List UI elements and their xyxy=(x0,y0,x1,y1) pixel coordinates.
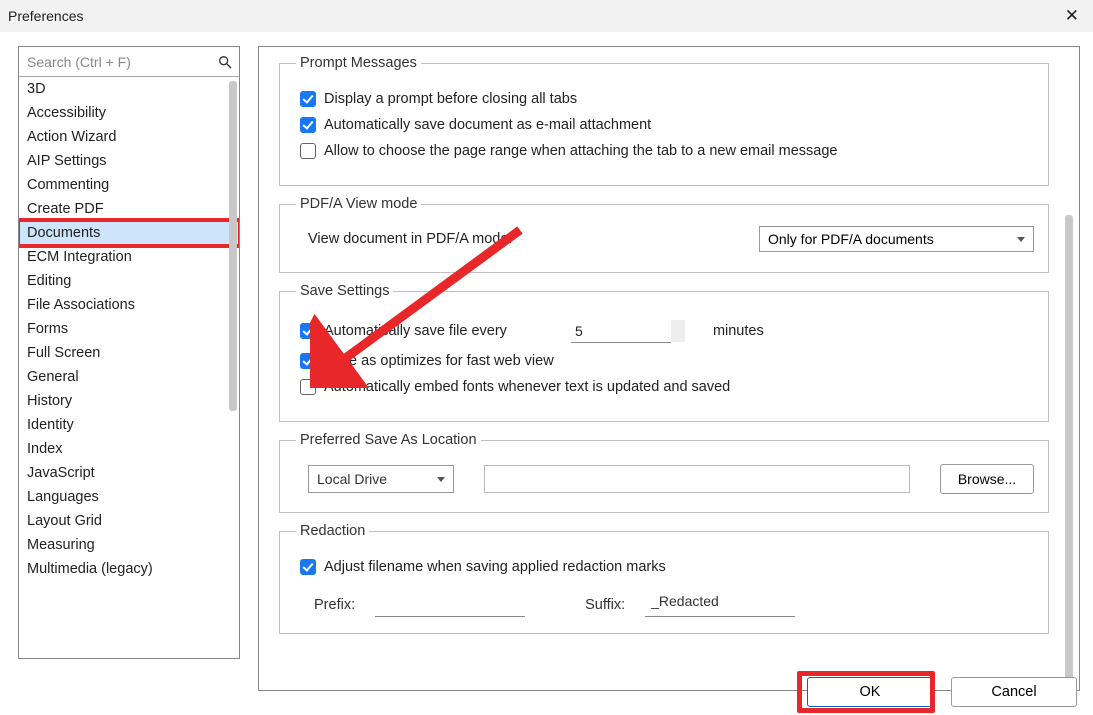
location-select[interactable]: Local Drive xyxy=(308,465,454,493)
sidebar-item-accessibility[interactable]: Accessibility xyxy=(19,101,239,125)
checkbox-adjust-filename[interactable] xyxy=(300,559,316,575)
location-path-input[interactable] xyxy=(484,465,910,493)
group-legend: Save Settings xyxy=(296,283,393,299)
sidebar-item-index[interactable]: Index xyxy=(19,437,239,461)
checkbox-label: Save as optimizes for fast web view xyxy=(324,353,554,369)
sidebar-item-create-pdf[interactable]: Create PDF xyxy=(19,197,239,221)
category-list: 3DAccessibilityAction WizardAIP Settings… xyxy=(19,77,239,658)
prefix-label: Prefix: xyxy=(314,597,355,613)
unit-label: minutes xyxy=(713,323,764,339)
footer-buttons: OK Cancel xyxy=(807,677,1077,707)
group-prompt-messages: Prompt Messages Display a prompt before … xyxy=(279,55,1049,186)
checkbox-embed-fonts[interactable] xyxy=(300,379,316,395)
group-redaction: Redaction Adjust filename when saving ap… xyxy=(279,523,1049,634)
group-legend: Redaction xyxy=(296,523,369,539)
checkbox-label: Allow to choose the page range when atta… xyxy=(324,143,837,159)
group-legend: PDF/A View mode xyxy=(296,196,421,212)
suffix-label: Suffix: xyxy=(585,597,625,613)
window-title: Preferences xyxy=(8,8,83,24)
cancel-button[interactable]: Cancel xyxy=(951,677,1077,707)
scrollbar-thumb[interactable] xyxy=(229,81,237,411)
sidebar-item-layout-grid[interactable]: Layout Grid xyxy=(19,509,239,533)
checkbox-label: Automatically save file every xyxy=(324,323,507,339)
checkbox-label: Automatically embed fonts whenever text … xyxy=(324,379,730,395)
suffix-input[interactable]: _Redacted xyxy=(645,593,795,617)
sidebar-item-identity[interactable]: Identity xyxy=(19,413,239,437)
sidebar-item-multimedia-legacy-[interactable]: Multimedia (legacy) xyxy=(19,557,239,581)
sidebar: 3DAccessibilityAction WizardAIP Settings… xyxy=(18,46,240,659)
group-save-settings: Save Settings Automatically save file ev… xyxy=(279,283,1049,422)
checkbox-autosave[interactable] xyxy=(300,323,316,339)
browse-button[interactable]: Browse... xyxy=(940,464,1034,494)
sidebar-item-commenting[interactable]: Commenting xyxy=(19,173,239,197)
pdfa-mode-select[interactable]: Only for PDF/A documents xyxy=(759,226,1034,252)
search-row xyxy=(19,47,239,77)
group-pdfa-view: PDF/A View mode View document in PDF/A m… xyxy=(279,196,1049,273)
sidebar-item-measuring[interactable]: Measuring xyxy=(19,533,239,557)
sidebar-item-documents[interactable]: Documents xyxy=(19,221,239,245)
search-input[interactable] xyxy=(25,53,217,71)
ok-button[interactable]: OK xyxy=(807,677,933,707)
sidebar-item-aip-settings[interactable]: AIP Settings xyxy=(19,149,239,173)
sidebar-item-history[interactable]: History xyxy=(19,389,239,413)
sidebar-item-file-associations[interactable]: File Associations xyxy=(19,293,239,317)
group-legend: Preferred Save As Location xyxy=(296,432,481,448)
close-icon[interactable]: ✕ xyxy=(1065,6,1079,26)
sidebar-item-languages[interactable]: Languages xyxy=(19,485,239,509)
checkbox-label: Adjust filename when saving applied reda… xyxy=(324,559,666,575)
sidebar-item-editing[interactable]: Editing xyxy=(19,269,239,293)
search-icon xyxy=(217,54,233,70)
autosave-minutes-input[interactable]: 5 xyxy=(571,319,671,343)
pdfa-label: View document in PDF/A mode: xyxy=(308,231,512,247)
checkbox-label: Automatically save document as e-mail at… xyxy=(324,117,651,133)
content-panel: Prompt Messages Display a prompt before … xyxy=(258,46,1080,691)
sidebar-item-forms[interactable]: Forms xyxy=(19,317,239,341)
checkbox-label: Display a prompt before closing all tabs xyxy=(324,91,577,107)
titlebar: Preferences ✕ xyxy=(0,0,1093,32)
group-legend: Prompt Messages xyxy=(296,55,421,71)
prefix-input[interactable] xyxy=(375,593,525,617)
sidebar-item-general[interactable]: General xyxy=(19,365,239,389)
scrollbar-thumb[interactable] xyxy=(1065,215,1073,691)
checkbox-autosave-email[interactable] xyxy=(300,117,316,133)
sidebar-item-3d[interactable]: 3D xyxy=(19,77,239,101)
spinner-buttons[interactable] xyxy=(671,320,685,342)
sidebar-item-action-wizard[interactable]: Action Wizard xyxy=(19,125,239,149)
group-save-location: Preferred Save As Location Local Drive B… xyxy=(279,432,1049,513)
sidebar-item-full-screen[interactable]: Full Screen xyxy=(19,341,239,365)
sidebar-item-javascript[interactable]: JavaScript xyxy=(19,461,239,485)
checkbox-page-range[interactable] xyxy=(300,143,316,159)
checkbox-prompt-close-tabs[interactable] xyxy=(300,91,316,107)
checkbox-optimize-web[interactable] xyxy=(300,353,316,369)
sidebar-item-ecm-integration[interactable]: ECM Integration xyxy=(19,245,239,269)
